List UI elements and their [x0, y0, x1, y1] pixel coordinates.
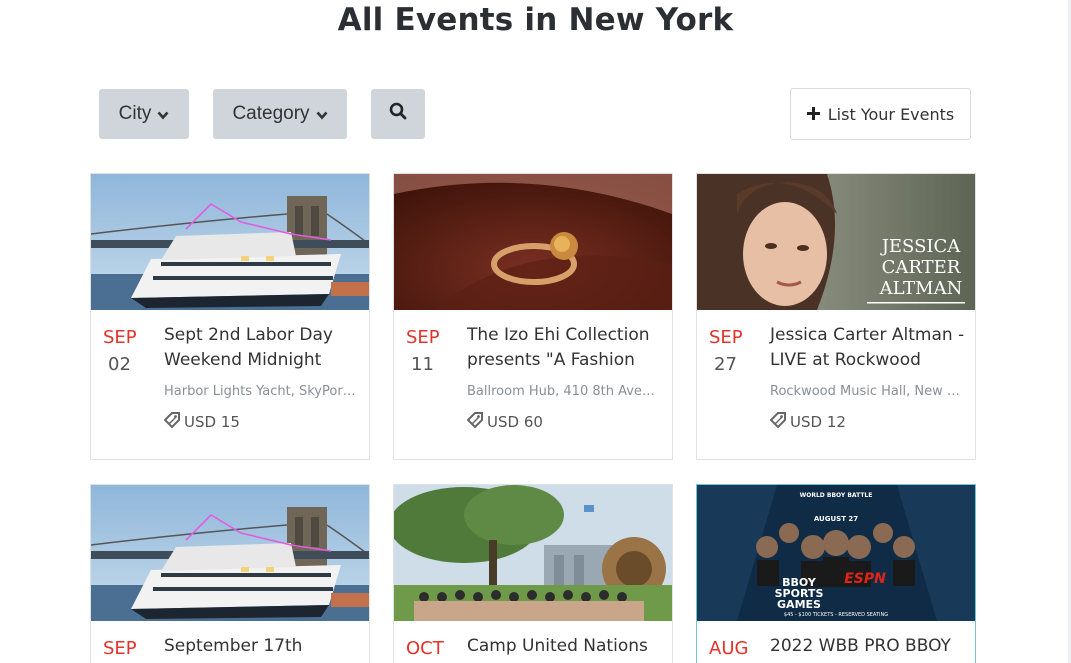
event-image-jessica: JESSICA CARTER ALTMAN	[697, 174, 975, 310]
event-day: 27	[714, 354, 737, 375]
event-venue: Rockwood Music Hall, New York	[770, 384, 965, 399]
tag-icon	[163, 412, 180, 432]
image-text-jessica: JESSICA CARTER ALTMAN	[879, 236, 963, 299]
city-filter-label: City	[118, 103, 152, 124]
event-card[interactable]: SEP 02 Sept 2nd Labor Day Weekend Midnig…	[90, 173, 370, 460]
event-title[interactable]: The Izo Ehi Collection presents "A Fashi…	[467, 323, 667, 373]
event-month: SEP	[406, 327, 440, 348]
event-image-yacht	[91, 174, 369, 310]
event-month: SEP	[709, 327, 743, 348]
event-venue: Harbor Lights Yacht, SkyPort Marina	[164, 384, 359, 399]
svg-text:$45 - $100 TICKETS - RESERVED: $45 - $100 TICKETS - RESERVED SEATING	[784, 612, 888, 618]
svg-text:AUGUST 27: AUGUST 27	[814, 515, 858, 523]
search-icon	[389, 102, 407, 126]
event-title[interactable]: Sept 2nd Labor Day Weekend Midnight	[164, 323, 364, 373]
tag-icon	[466, 412, 483, 432]
event-price: USD 60	[466, 412, 543, 432]
event-card[interactable]: SEP September 17th	[90, 484, 370, 663]
event-card[interactable]: OCT Camp United Nations	[393, 484, 673, 663]
list-your-events-button[interactable]: List Your Events	[790, 88, 971, 140]
event-image-yacht	[91, 485, 369, 621]
svg-text:ESPN: ESPN	[844, 571, 886, 587]
category-filter-label: Category	[232, 103, 310, 124]
event-card[interactable]: SEP 11 The Izo Ehi Collection presents "…	[393, 173, 673, 460]
event-price: USD 15	[163, 412, 240, 432]
event-price-value: USD 15	[184, 413, 240, 431]
search-button[interactable]	[371, 89, 425, 139]
image-text-bboy-top: WORLD BBOY BATTLE	[800, 492, 873, 499]
event-month: SEP	[103, 638, 137, 659]
plus-icon	[806, 105, 820, 124]
event-price-value: USD 12	[790, 413, 846, 431]
event-title[interactable]: Camp United Nations	[467, 634, 667, 659]
event-title[interactable]: 2022 WBB PRO BBOY	[770, 634, 970, 659]
event-image-united-nations	[394, 485, 672, 621]
event-title[interactable]: September 17th	[164, 634, 364, 659]
page-title: All Events in New York	[337, 2, 734, 38]
event-month: AUG	[709, 638, 749, 659]
list-your-events-label: List Your Events	[827, 104, 955, 124]
chevron-down-icon	[157, 109, 169, 123]
chevron-down-icon	[316, 109, 328, 123]
event-day: 11	[411, 354, 434, 375]
event-price-value: USD 60	[487, 413, 543, 431]
event-title[interactable]: Jessica Carter Altman - LIVE at Rockwood	[770, 323, 970, 373]
category-filter-button[interactable]: Category	[213, 89, 347, 139]
event-venue: Ballroom Hub, 410 8th Avenue	[467, 384, 662, 399]
svg-text:GAMES: GAMES	[777, 598, 821, 611]
event-month: OCT	[406, 638, 444, 659]
city-filter-button[interactable]: City	[99, 89, 189, 139]
event-day: 02	[108, 354, 131, 375]
event-image-bboy: WORLD BBOY BATTLE AUGUST 27 BBOY SPORTS …	[697, 485, 975, 621]
event-image-ring	[394, 174, 672, 310]
event-card[interactable]: WORLD BBOY BATTLE AUGUST 27 BBOY SPORTS …	[696, 484, 976, 663]
event-card[interactable]: JESSICA CARTER ALTMAN SEP 27 Jessica Carte…	[696, 173, 976, 460]
event-price: USD 12	[769, 412, 846, 432]
tag-icon	[769, 412, 786, 432]
event-month: SEP	[103, 327, 137, 348]
